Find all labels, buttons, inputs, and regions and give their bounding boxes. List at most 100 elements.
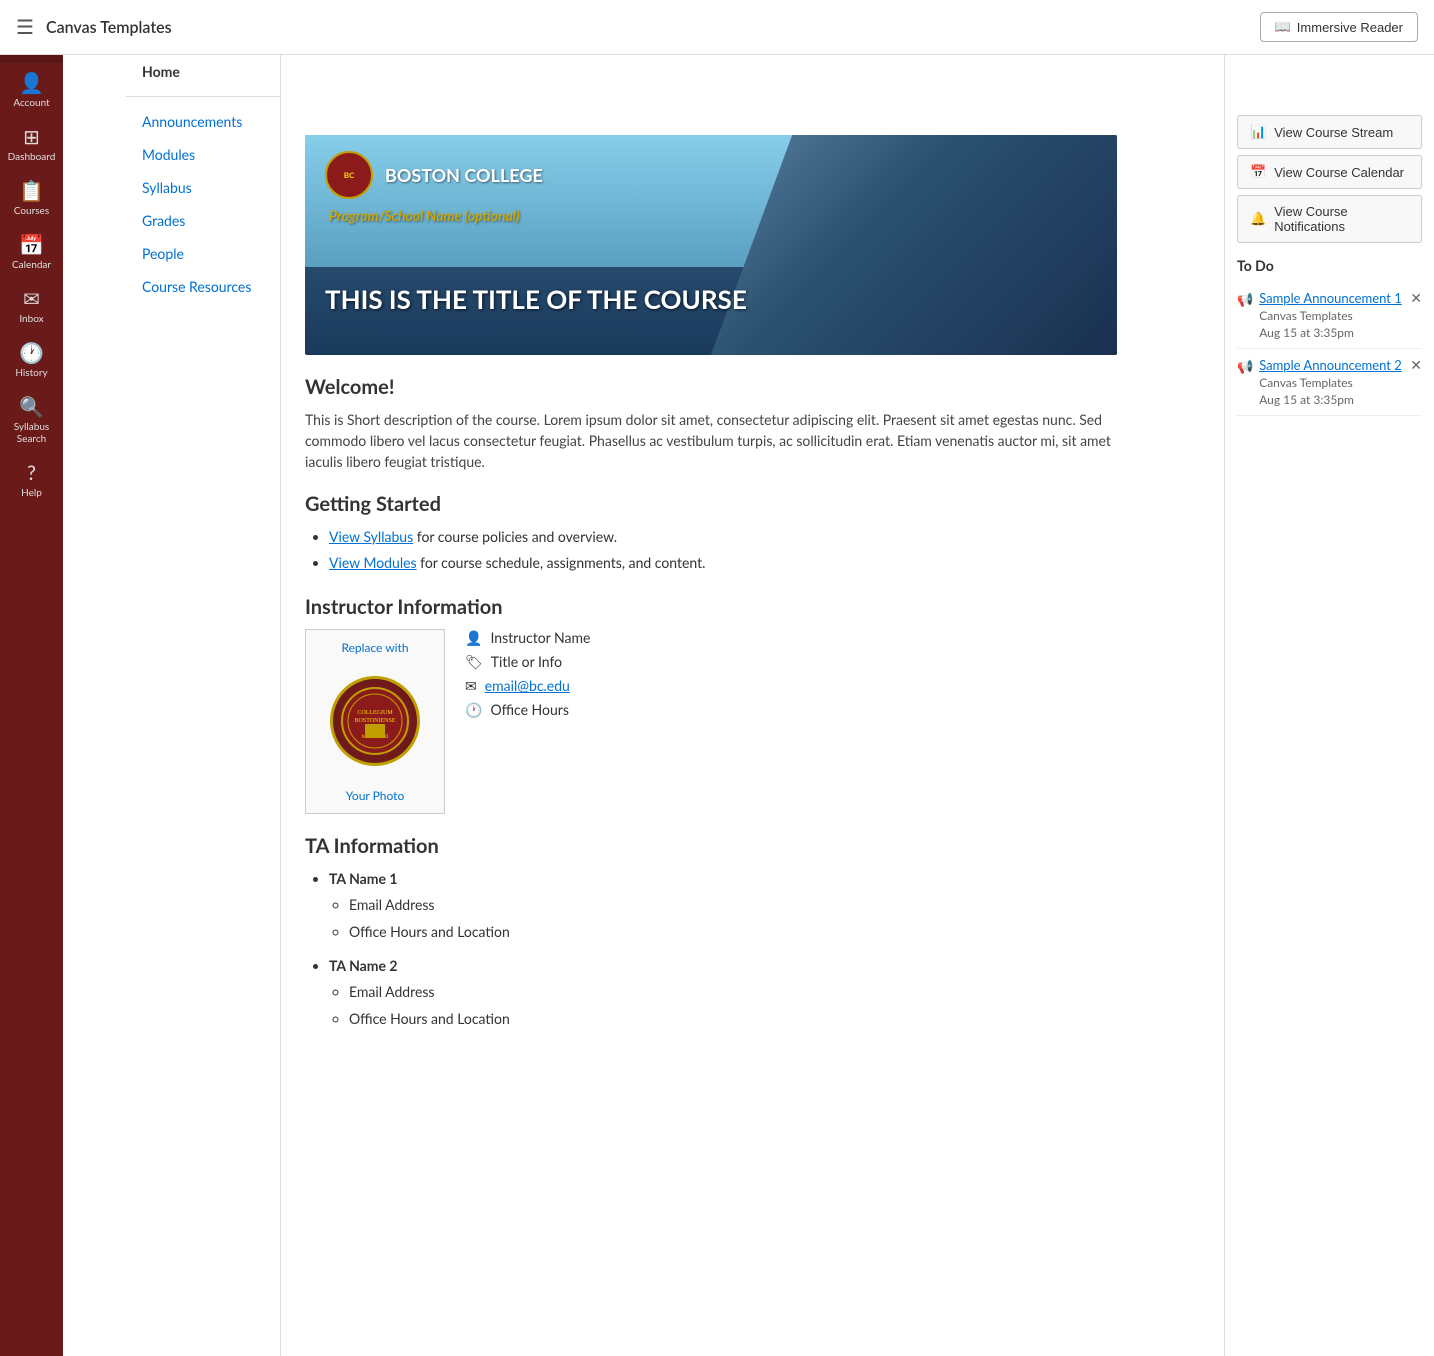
sidebar-item-history[interactable]: 🕐 History — [0, 333, 63, 387]
todo-close-button[interactable]: ✕ — [1410, 290, 1422, 307]
todo-section: To Do 📢 Sample Announcement 1 Canvas Tem… — [1237, 257, 1422, 416]
hero-course-title: THIS IS THE TITLE OF THE COURSE — [325, 283, 1097, 355]
bc-seal: BC — [325, 151, 373, 199]
hero-logo-row: BC BOSTON COLLEGE — [325, 151, 1097, 199]
announcement-icon: 📢 — [1237, 291, 1253, 308]
hero-content: BC BOSTON COLLEGE Program/School Name (o… — [305, 135, 1117, 355]
topbar-title: Canvas Templates — [126, 18, 1260, 37]
nav-item-grades[interactable]: Grades — [126, 204, 280, 237]
hero-program-name: Program/School Name (optional) — [329, 207, 1097, 224]
sidebar-label-account: Account — [13, 97, 49, 109]
getting-started-item: View Modules for course schedule, assign… — [329, 552, 1117, 574]
welcome-heading: Welcome! — [305, 375, 1117, 399]
getting-started-link[interactable]: View Syllabus — [329, 528, 413, 545]
inbox-icon: ✉ — [23, 287, 40, 311]
sidebar-item-account[interactable]: 👤 Account — [0, 63, 63, 117]
welcome-text: This is Short description of the course.… — [305, 409, 1117, 472]
nav-menu: Home AnnouncementsModulesSyllabusGradesPe… — [126, 55, 281, 1356]
todo-item-content: Sample Announcement 2 Canvas Templates A… — [1259, 357, 1422, 407]
sidebar-label-history: History — [15, 367, 47, 379]
ta-item: TA Name 1Email AddressOffice Hours and L… — [329, 868, 1117, 943]
hero-banner: BC BOSTON COLLEGE Program/School Name (o… — [305, 135, 1117, 355]
sidebar-item-calendar[interactable]: 📅Calendar — [0, 225, 63, 279]
nav-item-course-resources[interactable]: Course Resources — [126, 270, 280, 303]
syllabus-search-icon: 🔍 — [19, 395, 44, 419]
todo-course: Canvas Templates — [1259, 375, 1353, 390]
todo-item-content: Sample Announcement 1 Canvas Templates A… — [1259, 290, 1422, 340]
main-content: BC BOSTON COLLEGE Program/School Name (o… — [281, 55, 1224, 1356]
todo-close-button[interactable]: ✕ — [1410, 357, 1422, 374]
sidebar-label-dashboard: Dashboard — [8, 151, 56, 163]
replace-with-text: Replace with — [341, 640, 408, 655]
instructor-info: 👤 Instructor Name 🏷 Title or Info ✉ emai… — [465, 629, 590, 719]
ta-item: TA Name 2Email AddressOffice Hours and L… — [329, 955, 1117, 1030]
nav-item-syllabus[interactable]: Syllabus — [126, 171, 280, 204]
sidebar: BC 👤Account⊞Dashboard📋Courses📅Calendar✉I… — [0, 0, 63, 1356]
notifications-action-label: View Course Notifications — [1274, 204, 1409, 234]
email-icon: ✉ — [465, 677, 477, 695]
instructor-heading: Instructor Information — [305, 595, 1117, 619]
right-sidebar: 📊 View Course Stream 📅 View Course Calendar… — [1224, 55, 1434, 1356]
sidebar-item-inbox[interactable]: ✉Inbox — [0, 279, 63, 333]
instructor-title: Title or Info — [491, 653, 562, 670]
immersive-reader-icon: 📖 — [1275, 19, 1291, 35]
todo-date: Aug 15 at 3:35pm — [1259, 392, 1354, 407]
instructor-email-row: ✉ email@bc.edu — [465, 677, 590, 695]
sidebar-item-dashboard[interactable]: ⊞ Dashboard — [0, 117, 63, 171]
todo-announcement-link[interactable]: Sample Announcement 1 — [1259, 290, 1422, 306]
person-icon: 👤 — [465, 629, 482, 647]
todo-item: 📢 Sample Announcement 1 Canvas Templates… — [1237, 282, 1422, 349]
todo-announcement-link[interactable]: Sample Announcement 2 — [1259, 357, 1422, 373]
nav-item-announcements[interactable]: Announcements — [126, 105, 280, 138]
nav-item-modules[interactable]: Modules — [126, 138, 280, 171]
nav-item-people[interactable]: People — [126, 237, 280, 270]
tag-icon: 🏷 — [465, 653, 483, 671]
todo-course: Canvas Templates — [1259, 308, 1353, 323]
instructor-email-link[interactable]: email@bc.edu — [485, 677, 570, 694]
instructor-block: Replace with COLLEGIUM BOSTONIENSE MDCCC… — [305, 629, 1117, 814]
sidebar-label-syllabus-search: Syllabus Search — [4, 421, 59, 445]
todo-items: 📢 Sample Announcement 1 Canvas Templates… — [1237, 282, 1422, 416]
todo-title: To Do — [1237, 257, 1422, 274]
instructor-office-hours: Office Hours — [490, 701, 568, 718]
clock-icon: 🕐 — [465, 701, 482, 719]
todo-item: 📢 Sample Announcement 2 Canvas Templates… — [1237, 349, 1422, 416]
bc-seal-photo: COLLEGIUM BOSTONIENSE MDCCCXIII — [330, 676, 420, 766]
dashboard-icon: ⊞ — [23, 125, 40, 149]
ta-subitem: Office Hours and Location — [349, 921, 1117, 943]
sidebar-item-help[interactable]: ? Help — [0, 453, 63, 507]
nav-divider — [126, 96, 280, 97]
stream-action-label: View Course Stream — [1274, 125, 1393, 140]
instructor-name-row: 👤 Instructor Name — [465, 629, 590, 647]
sidebar-item-syllabus-search[interactable]: 🔍Syllabus Search — [0, 387, 63, 453]
instructor-title-row: 🏷 Title or Info — [465, 653, 590, 671]
getting-started-text: for course policies and overview. — [417, 528, 617, 545]
action-btn-notifications[interactable]: 🔔 View Course Notifications — [1237, 195, 1422, 243]
getting-started-link[interactable]: View Modules — [329, 554, 417, 571]
calendar-action-icon: 📅 — [1250, 164, 1266, 180]
account-icon: 👤 — [19, 71, 44, 95]
notifications-action-icon: 🔔 — [1250, 211, 1266, 227]
ta-heading: TA Information — [305, 834, 1117, 858]
getting-started-item: View Syllabus for course policies and ov… — [329, 526, 1117, 548]
sidebar-label-calendar: Calendar — [12, 259, 51, 271]
sidebar-item-courses[interactable]: 📋Courses — [0, 171, 63, 225]
instructor-office-row: 🕐 Office Hours — [465, 701, 590, 719]
topbar: ☰ Canvas Templates 📖 Immersive Reader — [126, 0, 1434, 55]
nav-item-home[interactable]: Home — [126, 55, 280, 88]
history-icon: 🕐 — [19, 341, 44, 365]
immersive-reader-button[interactable]: 📖 Immersive Reader — [1260, 12, 1418, 42]
instructor-photo-box: Replace with COLLEGIUM BOSTONIENSE MDCCC… — [305, 629, 445, 814]
calendar-action-label: View Course Calendar — [1274, 165, 1404, 180]
stream-action-icon: 📊 — [1250, 124, 1266, 140]
ta-subitem: Email Address — [349, 981, 1117, 1003]
sidebar-label-help: Help — [21, 487, 42, 499]
action-btn-stream[interactable]: 📊 View Course Stream — [1237, 115, 1422, 149]
action-buttons: 📊 View Course Stream 📅 View Course Calendar… — [1237, 115, 1422, 243]
svg-text:COLLEGIUM: COLLEGIUM — [357, 710, 393, 716]
help-icon: ? — [27, 461, 36, 485]
ta-name: TA Name 2 — [329, 957, 398, 974]
announcement-icon: 📢 — [1237, 358, 1253, 375]
your-photo-text: Your Photo — [346, 788, 405, 803]
action-btn-calendar[interactable]: 📅 View Course Calendar — [1237, 155, 1422, 189]
